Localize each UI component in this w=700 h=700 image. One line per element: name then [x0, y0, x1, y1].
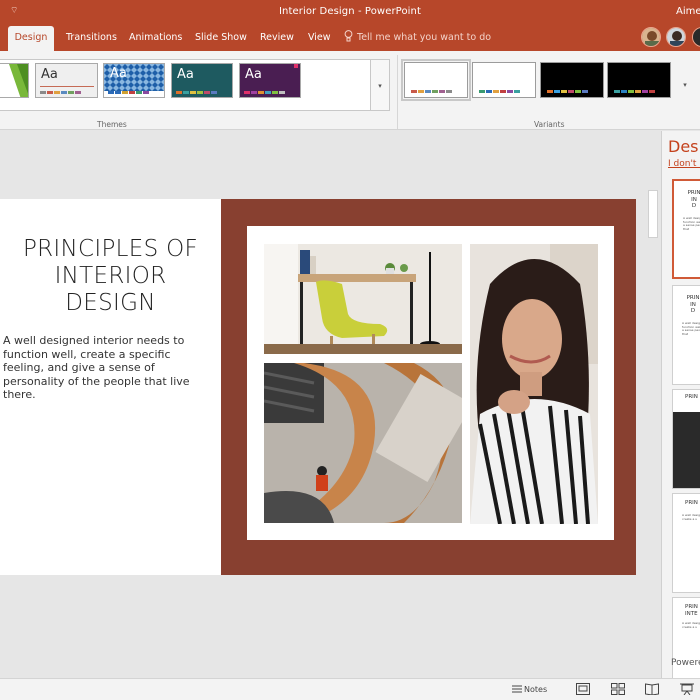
themes-more-button[interactable]: ▾: [370, 59, 390, 111]
ribbon-separator: [397, 55, 398, 129]
notes-icon: [512, 685, 522, 693]
tab-design[interactable]: Design: [8, 26, 54, 51]
notes-button[interactable]: Notes: [512, 684, 547, 694]
coauthor-avatar[interactable]: [666, 27, 686, 47]
design-idea-thumbnail[interactable]: PRIN: [672, 389, 700, 489]
design-pane-title: Desig: [668, 137, 700, 156]
ribbon-design: Aa Aa Aa Aa ▾ Themes ▾ Variants: [0, 51, 700, 130]
theme-thumbnail[interactable]: Aa: [35, 63, 98, 98]
vertical-scrollbar-thumb[interactable]: [648, 190, 658, 238]
tell-me-placeholder: Tell me what you want to do: [357, 32, 492, 43]
design-idea-thumbnail[interactable]: PRIN A well design create a s: [672, 493, 700, 593]
slide-sorter-icon[interactable]: [611, 683, 625, 695]
theme-thumbnail[interactable]: Aa: [171, 63, 233, 98]
slide-title-line: DESIGN: [65, 290, 156, 316]
slide-title-line: PRINCIPLES OF: [22, 236, 199, 262]
theme-thumbnail[interactable]: Aa: [239, 63, 301, 98]
coauthor-avatar[interactable]: [692, 27, 700, 47]
variant-thumbnail[interactable]: [607, 62, 671, 98]
variant-thumbnail[interactable]: [540, 62, 604, 98]
variant-thumbnail[interactable]: [401, 59, 471, 101]
coauthor-avatar[interactable]: [641, 27, 661, 47]
themes-group-label: Themes: [97, 120, 127, 129]
tab-review[interactable]: Review: [260, 24, 294, 51]
design-pane-help-link[interactable]: I don't r: [668, 159, 700, 169]
user-name[interactable]: Aimee: [676, 6, 700, 17]
slideshow-view-icon[interactable]: [680, 683, 694, 695]
design-idea-thumbnail[interactable]: PRIN IN D A well design function well gi…: [672, 179, 700, 279]
tab-transitions[interactable]: Transitions: [66, 24, 117, 51]
design-ideas-pane: Desig I don't r PRIN IN D A well design …: [661, 131, 700, 678]
tab-view[interactable]: View: [308, 24, 331, 51]
reading-view-icon[interactable]: [645, 683, 659, 695]
variant-thumbnail[interactable]: [472, 62, 536, 98]
tab-animations[interactable]: Animations: [129, 24, 182, 51]
status-bar: Notes: [0, 678, 700, 700]
title-bar: ⌔ Interior Design - PowerPoint Aimee: [0, 0, 700, 24]
slide-title-line: INTERIOR: [54, 263, 167, 289]
design-idea-thumbnail[interactable]: PRIN IN D A well design function well gi…: [672, 285, 700, 385]
window-title: Interior Design - PowerPoint: [278, 6, 421, 17]
photo-portrait[interactable]: [470, 244, 598, 524]
normal-view-icon[interactable]: [576, 683, 590, 695]
tab-slide-show[interactable]: Slide Show: [195, 24, 247, 51]
notes-label: Notes: [524, 685, 548, 694]
theme-thumbnail[interactable]: [0, 63, 29, 98]
tell-me-box[interactable]: Tell me what you want to do: [344, 24, 491, 51]
ribbon-tabs: Design Transitions Animations Slide Show…: [0, 24, 700, 51]
design-pane-footer: Powere: [671, 658, 700, 668]
lightbulb-icon: [344, 30, 353, 42]
variants-group-label: Variants: [534, 120, 565, 129]
photo-desk-chair[interactable]: [264, 244, 462, 354]
variants-more-button[interactable]: ▾: [675, 59, 695, 111]
slide-body-text[interactable]: A well designed interior needs to functi…: [3, 334, 213, 402]
theme-thumbnail[interactable]: Aa: [103, 63, 165, 98]
slide-title[interactable]: PRINCIPLES OF INTERIOR DESIGN: [0, 236, 221, 317]
photo-staircase[interactable]: [264, 363, 462, 523]
